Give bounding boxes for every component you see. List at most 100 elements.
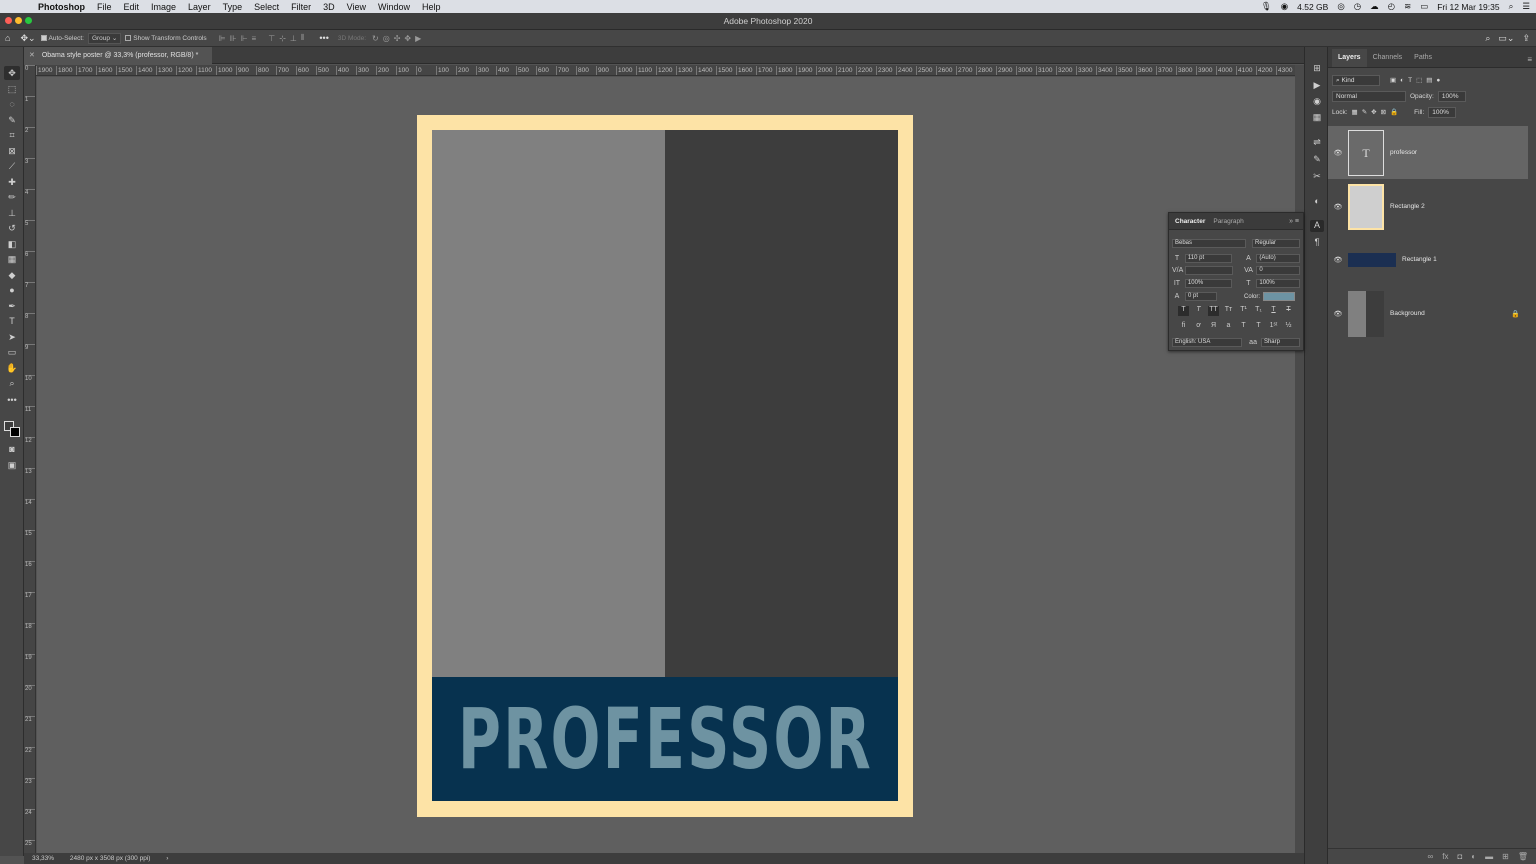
blur-tool-icon[interactable]: ◆ [4, 268, 20, 282]
close-window-button[interactable] [5, 17, 12, 24]
filter-toggle-icon[interactable]: ● [1436, 77, 1440, 84]
align-left-icon[interactable]: ⊫ [219, 34, 226, 43]
add-mask-icon[interactable]: ◘ [1457, 852, 1462, 861]
layer-name[interactable]: Rectangle 1 [1402, 256, 1437, 263]
battery-icon[interactable]: ▭ [1420, 1, 1428, 12]
align-right-icon[interactable]: ⊩ [241, 34, 248, 43]
panel-menu-icon[interactable]: ≡ [1527, 55, 1532, 64]
layer-lock-icon[interactable]: 🔒 [1511, 310, 1520, 318]
styles-panel-icon[interactable]: ◐ [1310, 196, 1324, 208]
filter-adjust-icon[interactable]: ◐ [1400, 77, 1404, 84]
poster-left-panel[interactable] [432, 130, 665, 677]
align-vcenter-icon[interactable]: ⊹ [279, 34, 286, 43]
quick-select-tool-icon[interactable]: ✎ [4, 113, 20, 127]
type-tool-icon[interactable]: T [4, 314, 20, 328]
brushes-panel-icon[interactable]: ✎ [1310, 154, 1324, 166]
stamp-tool-icon[interactable]: ⊥ [4, 206, 20, 220]
font-size-input[interactable]: 110 pt [1184, 254, 1233, 263]
tab-layers[interactable]: Layers [1332, 49, 1367, 67]
clock-icon[interactable]: ◴ [1388, 1, 1395, 12]
lock-transparent-icon[interactable]: ▦ [1352, 108, 1358, 116]
align-hcenter-icon[interactable]: ⊪ [230, 34, 237, 43]
pen-tool-icon[interactable]: ✒ [4, 299, 20, 313]
strikethrough-icon[interactable]: T [1283, 306, 1294, 316]
tab-paragraph[interactable]: Paragraph [1209, 218, 1247, 225]
auto-select-dropdown[interactable]: Group ⌄ [87, 32, 122, 44]
path-select-tool-icon[interactable]: ➤ [4, 330, 20, 344]
workspace-icon[interactable]: ▭⌄ [1498, 33, 1514, 44]
eraser-tool-icon[interactable]: ◧ [4, 237, 20, 251]
antialias-dropdown[interactable]: Sharp [1260, 338, 1301, 347]
all-caps-icon[interactable]: TT [1208, 306, 1219, 316]
mic-icon[interactable]: 🎙 [1261, 1, 1272, 12]
fx-icon[interactable]: fx [1442, 852, 1448, 861]
adjustment-layer-icon[interactable]: ◐ [1471, 852, 1476, 861]
crop-tool-icon[interactable]: ⌗ [4, 128, 20, 142]
layer-name[interactable]: Background [1390, 310, 1425, 317]
minimize-window-button[interactable] [15, 17, 22, 24]
small-caps-icon[interactable]: Tт [1223, 306, 1234, 316]
move-tool-preset-icon[interactable]: ✥⌄ [20, 33, 35, 44]
baseline-shift-input[interactable]: 0 pt [1185, 292, 1217, 301]
poster-title-text[interactable]: PROFESSOR [458, 690, 873, 788]
text-color-swatch[interactable] [1263, 292, 1296, 301]
ligatures-icon[interactable]: fi [1178, 322, 1189, 332]
layer-row-professor[interactable]: 👁 T professor [1328, 126, 1528, 179]
character-panel-menu-icon[interactable]: » ≡ [1289, 218, 1299, 225]
record-icon[interactable]: ◎ [1337, 1, 1344, 12]
menu-image[interactable]: Image [145, 2, 182, 12]
visibility-eye-icon[interactable]: 👁 [1328, 256, 1348, 264]
fractions-icon[interactable]: ½ [1283, 322, 1294, 332]
menu-select[interactable]: Select [248, 2, 285, 12]
history-panel-icon[interactable]: ⊞ [1310, 63, 1324, 75]
slide-3d-icon[interactable]: ✥ [404, 34, 411, 43]
swash-icon[interactable]: Я [1208, 322, 1219, 332]
visibility-eye-icon[interactable]: 👁 [1328, 310, 1348, 318]
roll-3d-icon[interactable]: ◎ [383, 34, 390, 43]
home-icon[interactable]: ⌂ [5, 33, 10, 43]
menu-file[interactable]: File [91, 2, 118, 12]
layer-row-background[interactable]: 👁 Background 🔒 [1328, 287, 1528, 340]
layer-filter-dropdown[interactable]: ⌕ Kind [1332, 74, 1380, 86]
opacity-input[interactable]: 100% [1437, 90, 1466, 102]
document-tab[interactable]: ✕ Obama style poster @ 33,3% (professor,… [24, 47, 212, 64]
poster-right-panel[interactable] [665, 130, 898, 677]
fill-input[interactable]: 100% [1428, 106, 1457, 118]
quick-mask-icon[interactable]: ◙ [4, 442, 20, 456]
filter-shape-icon[interactable]: ⬚ [1416, 76, 1422, 84]
rectangle-tool-icon[interactable]: ▭ [4, 345, 20, 359]
faux-bold-icon[interactable]: T [1178, 306, 1189, 316]
share-icon[interactable]: ⇪ [1522, 33, 1530, 44]
new-layer-icon[interactable]: ⊞ [1502, 852, 1509, 861]
memory-icon[interactable]: ◉ [1281, 1, 1288, 12]
zoom-tool-icon[interactable]: ⌕ [4, 376, 20, 390]
gradient-tool-icon[interactable]: ▦ [4, 252, 20, 266]
frame-tool-icon[interactable]: ⊠ [4, 144, 20, 158]
menu-filter[interactable]: Filter [285, 2, 317, 12]
poster-document[interactable]: PROFESSOR [417, 115, 913, 817]
menu-help[interactable]: Help [416, 2, 447, 12]
titling-icon[interactable]: T [1238, 322, 1249, 332]
distribute-icon[interactable]: ≡ [252, 34, 257, 43]
menu-type[interactable]: Type [217, 2, 249, 12]
stylistic-icon[interactable]: T [1253, 322, 1264, 332]
spotlight-icon[interactable]: ⌕ [1509, 1, 1514, 12]
tab-channels[interactable]: Channels [1367, 49, 1409, 67]
timer-icon[interactable]: ◷ [1354, 1, 1361, 12]
screen-mode-icon[interactable]: ▣ [4, 458, 20, 472]
healing-tool-icon[interactable]: ✚ [4, 175, 20, 189]
kerning-input[interactable] [1185, 266, 1233, 275]
font-style-dropdown[interactable]: Regular [1252, 239, 1300, 248]
control-center-icon[interactable]: ☰ [1522, 1, 1530, 12]
eyedropper-tool-icon[interactable]: ⟋ [4, 159, 20, 173]
distribute-v-icon[interactable]: ⦀ [301, 33, 305, 43]
layer-row-rectangle-1[interactable]: 👁 Rectangle 1 [1328, 233, 1528, 286]
swatches-panel-icon[interactable]: ▦ [1310, 112, 1324, 124]
menu-app[interactable]: Photoshop [32, 2, 91, 12]
datetime[interactable]: Fri 12 Mar 19:35 [1437, 2, 1499, 12]
wifi-icon[interactable]: ≋ [1404, 1, 1411, 12]
menu-3d[interactable]: 3D [317, 2, 341, 12]
layer-name[interactable]: professor [1390, 149, 1417, 156]
font-family-dropdown[interactable]: Bebas [1172, 239, 1246, 248]
edit-toolbar-icon[interactable]: ••• [4, 393, 20, 407]
